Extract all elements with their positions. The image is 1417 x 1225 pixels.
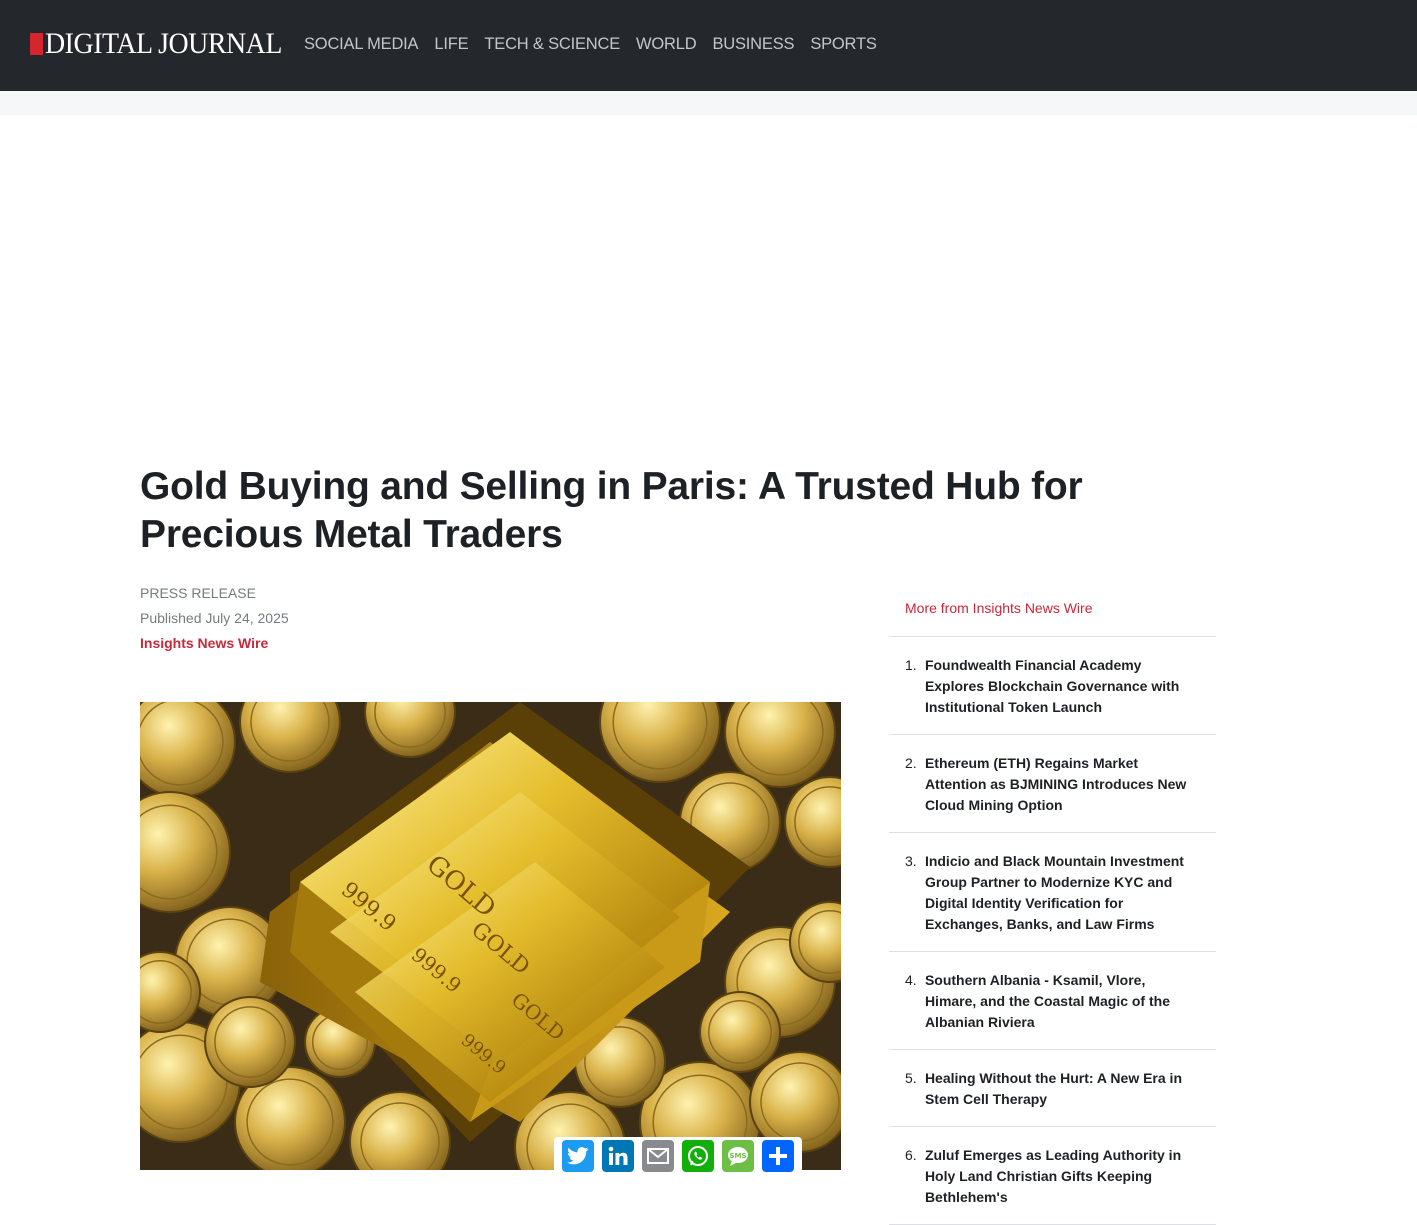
whatsapp-share-button[interactable] [682, 1140, 714, 1172]
nav-world[interactable]: WORLD [636, 33, 697, 55]
twitter-share-button[interactable] [562, 1140, 594, 1172]
twitter-icon [567, 1147, 589, 1165]
coin [204, 996, 296, 1088]
article-meta: PRESS RELEASE Published July 24, 2025 In… [140, 585, 289, 651]
list-number: 2. [905, 755, 917, 771]
logo-text: DIGITAL JOURNAL [45, 27, 282, 60]
sub-header-bar [0, 91, 1417, 115]
share-bar: SMS [554, 1137, 802, 1175]
gold-bars-coins-illustration: GOLD 999.9 GOLD 999.9 GOLD 999.9 [140, 702, 841, 1170]
sidebar-item-4[interactable]: 4. Southern Albania - Ksamil, Vlore, Him… [889, 952, 1216, 1050]
sidebar-list: 1. Foundwealth Financial Academy Explore… [889, 637, 1216, 1225]
sidebar-item-6[interactable]: 6. Zuluf Emerges as Leading Authority in… [889, 1127, 1216, 1225]
linkedin-share-button[interactable] [602, 1140, 634, 1172]
sidebar-title[interactable]: More from Insights News Wire [889, 590, 1216, 637]
email-share-button[interactable] [642, 1140, 674, 1172]
sms-share-button[interactable]: SMS [722, 1140, 754, 1172]
email-icon [647, 1148, 669, 1164]
site-logo[interactable]: DIGITAL JOURNAL [30, 27, 300, 61]
svg-text:SMS: SMS [729, 1152, 746, 1160]
nav-tech-science[interactable]: TECH & SCIENCE [484, 33, 620, 55]
article-title: Gold Buying and Selling in Paris: A Trus… [140, 465, 1083, 556]
publish-date: Published July 24, 2025 [140, 610, 289, 626]
more-from-sidebar: More from Insights News Wire 1. Foundwea… [889, 590, 1216, 1225]
list-number: 1. [905, 657, 917, 673]
sidebar-item-title[interactable]: Indicio and Black Mountain Investment Gr… [925, 851, 1200, 935]
coin [699, 991, 781, 1073]
sidebar-item-title[interactable]: Ethereum (ETH) Regains Market Attention … [925, 753, 1200, 816]
list-number: 5. [905, 1070, 917, 1086]
site-header: DIGITAL JOURNAL SOCIAL MEDIA LIFE TECH &… [0, 0, 1417, 91]
linkedin-icon [608, 1146, 628, 1165]
sidebar-item-title[interactable]: Healing Without the Hurt: A New Era in S… [925, 1068, 1200, 1110]
whatsapp-icon [688, 1146, 708, 1166]
sidebar-item-2[interactable]: 2. Ethereum (ETH) Regains Market Attenti… [889, 735, 1216, 833]
more-share-button[interactable] [762, 1140, 794, 1172]
hero-image: GOLD 999.9 GOLD 999.9 GOLD 999.9 [140, 702, 841, 1170]
author-link[interactable]: Insights News Wire [140, 635, 289, 651]
sidebar-item-5[interactable]: 5. Healing Without the Hurt: A New Era i… [889, 1050, 1216, 1127]
sidebar-item-title[interactable]: Zuluf Emerges as Leading Authority in Ho… [925, 1145, 1200, 1208]
nav-life[interactable]: LIFE [434, 33, 468, 55]
article-category: PRESS RELEASE [140, 585, 256, 601]
sidebar-item-title[interactable]: Southern Albania - Ksamil, Vlore, Himare… [925, 970, 1200, 1033]
share-plus-icon [769, 1147, 787, 1165]
main-nav: SOCIAL MEDIA LIFE TECH & SCIENCE WORLD B… [304, 33, 893, 55]
nav-sports[interactable]: SPORTS [810, 33, 877, 55]
list-number: 4. [905, 972, 917, 988]
list-number: 6. [905, 1147, 917, 1163]
nav-social-media[interactable]: SOCIAL MEDIA [304, 33, 419, 55]
sidebar-item-1[interactable]: 1. Foundwealth Financial Academy Explore… [889, 637, 1216, 735]
logo-red-mark [30, 32, 43, 55]
sms-icon: SMS [728, 1147, 748, 1166]
sidebar-item-title[interactable]: Foundwealth Financial Academy Explores B… [925, 655, 1200, 718]
list-number: 3. [905, 853, 917, 869]
nav-business[interactable]: BUSINESS [712, 33, 794, 55]
sidebar-item-3[interactable]: 3. Indicio and Black Mountain Investment… [889, 833, 1216, 952]
